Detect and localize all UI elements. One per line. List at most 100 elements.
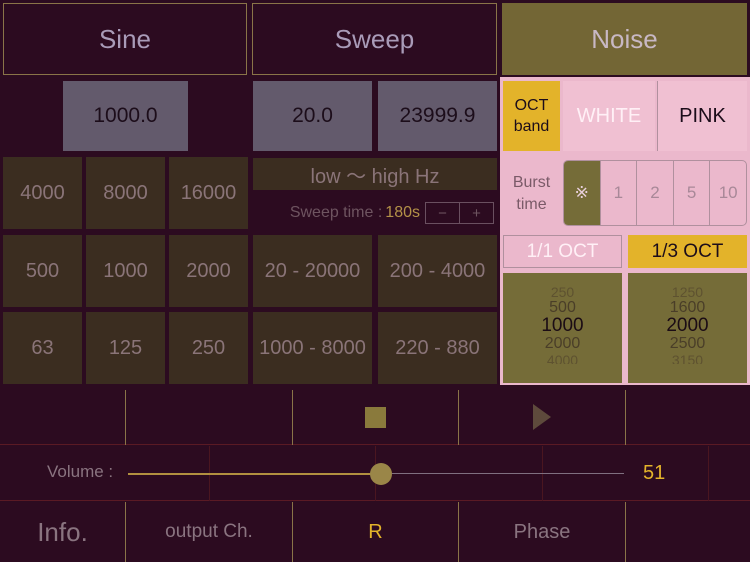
pink-noise-label: PINK <box>679 104 726 127</box>
preset-label: 125 <box>108 336 143 359</box>
preset-label: 1000 - 8000 <box>259 336 366 359</box>
preset-label: 2000 <box>186 259 231 282</box>
sine-preset-button[interactable]: 8000 <box>86 157 165 229</box>
volume-slider-thumb[interactable] <box>370 463 392 485</box>
burst-option[interactable]: 1 <box>599 161 637 225</box>
sine-preset-button[interactable]: 63 <box>3 312 82 384</box>
stop-button[interactable] <box>293 390 458 444</box>
info-button[interactable]: Info. <box>0 502 125 562</box>
volume-value: 51 <box>643 462 666 484</box>
volume-slider[interactable] <box>128 460 624 488</box>
burst-option-label: 5 <box>686 183 697 202</box>
sine-mode-label: Sine <box>98 23 152 54</box>
output-channel-button[interactable]: output Ch. <box>125 502 292 562</box>
third-oct-label: 1/3 OCT <box>651 240 724 262</box>
sine-preset-button[interactable]: 500 <box>3 235 82 307</box>
volume-label: Volume : <box>47 462 114 481</box>
plus-button[interactable]: + <box>460 203 493 223</box>
burst-option-label: 10 <box>718 183 738 202</box>
sweep-preset-button[interactable]: 20 - 20000 <box>253 235 372 307</box>
picker-item: 1250 <box>671 283 704 300</box>
sweep-preset-button[interactable]: 220 - 880 <box>378 312 497 384</box>
sweep-end-value: 23999.9 <box>399 104 476 127</box>
sweep-direction-label: low 〜 high Hz <box>310 165 440 188</box>
sweep-start-field[interactable]: 20.0 <box>253 81 372 151</box>
preset-label: 63 <box>31 336 54 359</box>
preset-label: 250 <box>191 336 226 359</box>
phase-button[interactable]: Phase <box>458 502 625 562</box>
picker-item: 3150 <box>671 352 704 364</box>
sweep-preset-button[interactable]: 200 - 4000 <box>378 235 497 307</box>
picker-selected-item: 2000 <box>666 314 709 336</box>
noise-mode-label: Noise <box>591 23 658 54</box>
sweep-time-label: Sweep time : <box>289 204 383 221</box>
plus-label: + <box>472 204 481 222</box>
sweep-time-value: 180s <box>385 204 420 221</box>
stop-icon <box>365 406 386 428</box>
burst-option-label: ※ <box>574 183 589 202</box>
sweep-preset-button[interactable]: 1000 - 8000 <box>253 312 372 384</box>
full-oct-button[interactable]: 1/1 OCT <box>503 235 622 268</box>
channel-select-button[interactable]: R <box>292 502 458 562</box>
preset-label: 8000 <box>103 181 148 204</box>
volume-track-empty <box>381 473 624 474</box>
info-label: Info. <box>37 516 88 547</box>
sweep-start-value: 20.0 <box>292 104 333 127</box>
white-noise-label: WHITE <box>576 104 642 127</box>
picker-item: 2500 <box>669 334 706 352</box>
preset-label: 200 - 4000 <box>389 259 486 282</box>
sweep-time-stepper[interactable]: − + <box>425 202 494 224</box>
preset-label: 1000 <box>103 259 148 282</box>
channel-value: R <box>368 520 383 543</box>
picker-item: 250 <box>550 283 575 300</box>
burst-option-continuous[interactable]: ※ <box>564 161 600 225</box>
octave-frequency-picker[interactable]: 250 500 1000 2000 4000 <box>503 273 622 383</box>
burst-option-label: 2 <box>650 183 660 202</box>
picker-item: 2000 <box>544 334 581 352</box>
preset-label: 4000 <box>20 181 65 204</box>
sweep-time-row: Sweep time : 180s − + <box>253 200 497 226</box>
burst-time-selector[interactable]: ※ 1 2 5 10 <box>563 160 747 226</box>
sweep-direction-button[interactable]: low 〜 high Hz <box>253 158 497 190</box>
burst-option[interactable]: 5 <box>672 161 710 225</box>
full-oct-label: 1/1 OCT <box>526 240 599 262</box>
sweep-mode-label: Sweep <box>334 23 415 54</box>
burst-option[interactable]: 10 <box>709 161 746 225</box>
noise-mode-button[interactable]: Noise <box>502 3 747 75</box>
sweep-mode-button[interactable]: Sweep <box>252 3 497 75</box>
white-noise-button[interactable]: WHITE <box>563 81 655 151</box>
play-icon <box>533 404 551 430</box>
preset-label: 500 <box>25 259 60 282</box>
picker-item: 500 <box>549 298 576 316</box>
third-oct-button[interactable]: 1/3 OCT <box>628 235 747 268</box>
picker-item: 1600 <box>669 298 706 316</box>
minus-button[interactable]: − <box>426 203 460 223</box>
sine-preset-button[interactable]: 1000 <box>86 235 165 307</box>
play-button[interactable] <box>459 390 625 444</box>
preset-label: 20 - 20000 <box>264 259 361 282</box>
sine-preset-button[interactable]: 125 <box>86 312 165 384</box>
burst-option[interactable]: 2 <box>636 161 673 225</box>
preset-label: 16000 <box>180 181 237 204</box>
burst-option-label: 1 <box>613 183 624 202</box>
picker-item: 4000 <box>546 352 579 364</box>
bottom-empty-cell <box>625 502 750 562</box>
phase-label: Phase <box>513 520 571 543</box>
picker-selected-item: 1000 <box>541 314 584 336</box>
sine-preset-button[interactable]: 4000 <box>3 157 82 229</box>
sine-frequency-field[interactable]: 1000.0 <box>63 81 188 151</box>
sine-preset-button[interactable]: 250 <box>169 312 248 384</box>
sine-preset-button[interactable]: 16000 <box>169 157 248 229</box>
minus-label: − <box>438 204 447 222</box>
oct-band-label: OCT band <box>513 97 550 135</box>
third-octave-frequency-picker[interactable]: 1250 1600 2000 2500 3150 <box>628 273 747 383</box>
sine-preset-button[interactable]: 2000 <box>169 235 248 307</box>
output-channel-label: output Ch. <box>165 521 253 542</box>
pink-noise-button[interactable]: PINK <box>657 81 747 151</box>
oct-band-button[interactable]: OCT band <box>503 81 560 151</box>
sweep-end-field[interactable]: 23999.9 <box>378 81 497 151</box>
transport-divider <box>625 390 626 445</box>
volume-track-filled <box>128 473 381 475</box>
sine-mode-button[interactable]: Sine <box>3 3 247 75</box>
burst-time-label: Burst time <box>512 174 551 213</box>
